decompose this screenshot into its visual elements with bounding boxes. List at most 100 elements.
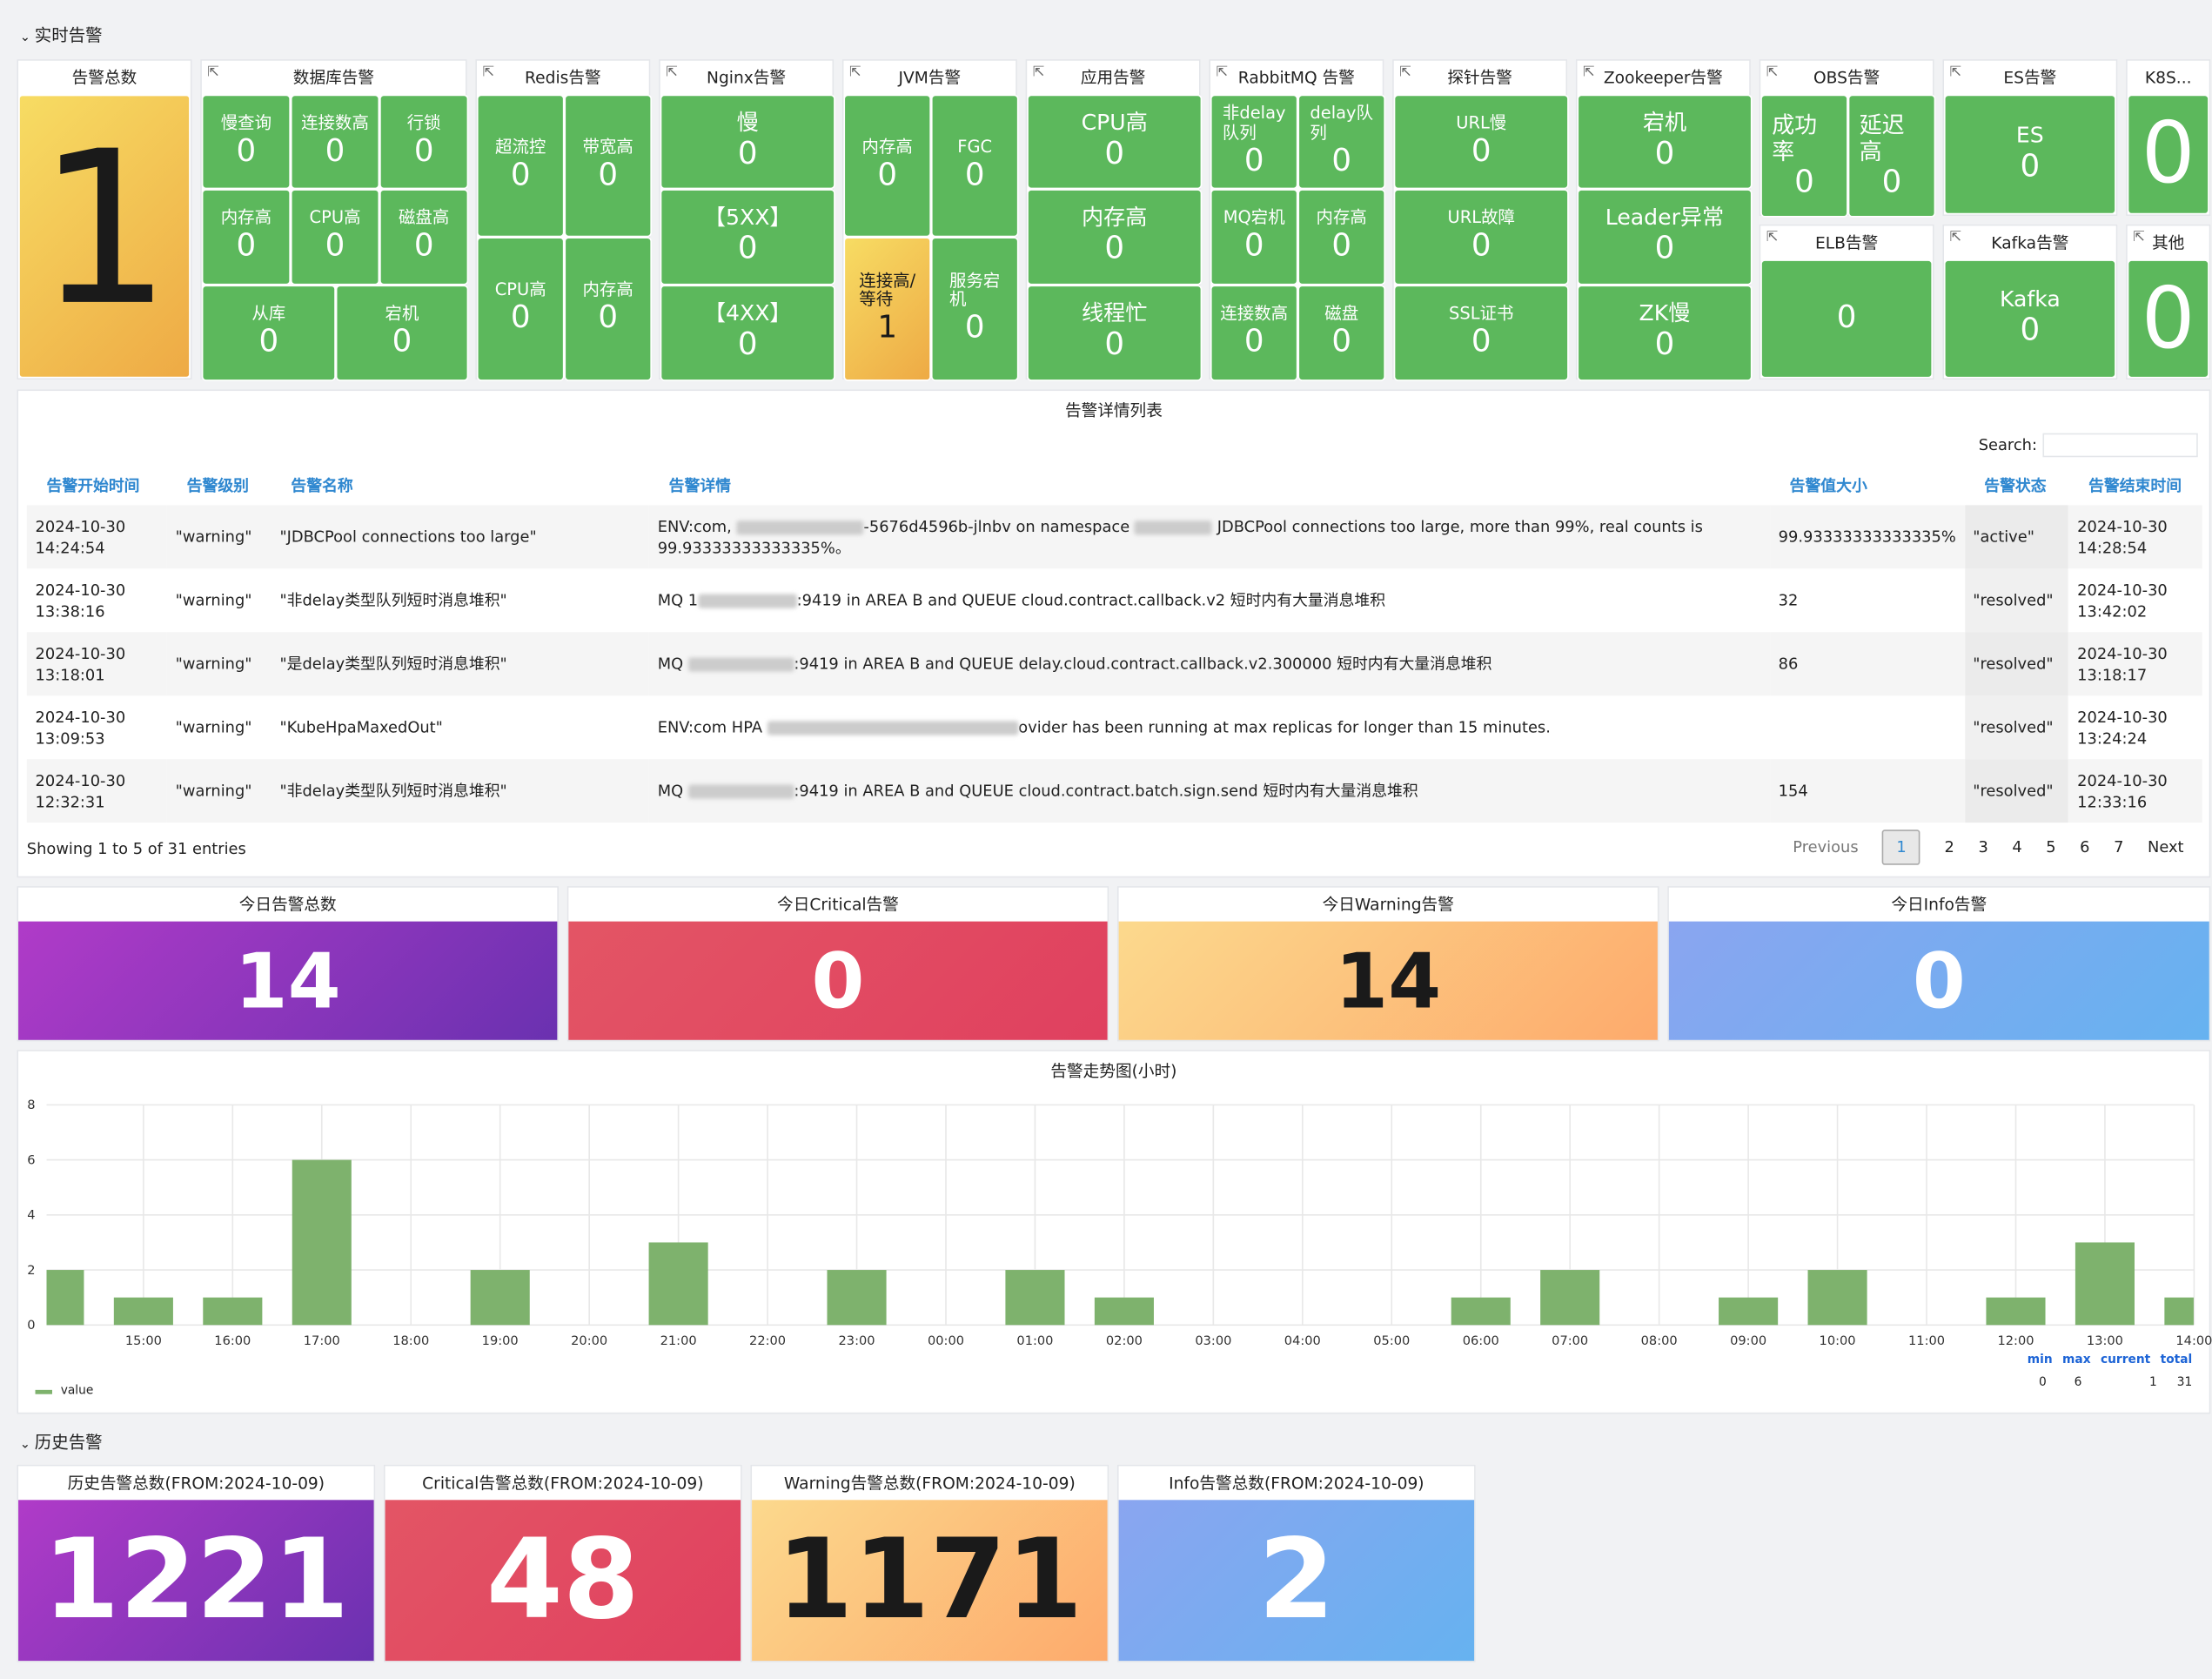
legend-stat-header[interactable]: total bbox=[2161, 1353, 2193, 1367]
redis-cell-memory[interactable]: 内存高 0 bbox=[564, 237, 652, 381]
db-cell-slow-query[interactable]: 慢查询 0 bbox=[201, 94, 291, 190]
section-history-toggle[interactable]: ⌄ 历史告警 bbox=[20, 1429, 103, 1454]
mq-cell-disk[interactable]: 磁盘 0 bbox=[1297, 285, 1385, 381]
mq-cell-connections[interactable]: 连接数高 0 bbox=[1210, 285, 1298, 381]
db-cell-disk[interactable]: 磁盘高 0 bbox=[379, 189, 469, 285]
page-button-7[interactable]: 7 bbox=[2114, 838, 2123, 856]
col-value[interactable]: 告警值大小 bbox=[1770, 464, 1965, 505]
chart-bar bbox=[1986, 1297, 2046, 1326]
probe-cell-ssl[interactable]: SSL证书 0 bbox=[1393, 285, 1569, 381]
col-end-time[interactable]: 告警结束时间 bbox=[2068, 464, 2202, 505]
page-button-5[interactable]: 5 bbox=[2046, 838, 2055, 856]
page-button-3[interactable]: 3 bbox=[1978, 838, 1987, 856]
today-warning-value[interactable]: 14 bbox=[1118, 921, 1658, 1040]
db-cell-memory[interactable]: 内存高 0 bbox=[201, 189, 291, 285]
table-row[interactable]: 2024-10-30 14:24:54 "warning" "JDBCPool … bbox=[26, 505, 2202, 569]
page-button-6[interactable]: 6 bbox=[2080, 838, 2089, 856]
today-info-value[interactable]: 0 bbox=[1668, 921, 2209, 1040]
col-status[interactable]: 告警状态 bbox=[1965, 464, 2069, 505]
jvm-cell-connection-wait[interactable]: 连接高/ 等待 1 bbox=[843, 237, 931, 381]
col-name[interactable]: 告警名称 bbox=[271, 464, 649, 505]
page-button-1[interactable]: 1 bbox=[1882, 829, 1920, 865]
table-row[interactable]: 2024-10-30 13:09:53 "warning" "KubeHpaMa… bbox=[27, 695, 2202, 760]
prev-page-button[interactable]: Previous bbox=[1793, 838, 1858, 856]
section-realtime-toggle[interactable]: ⌄ 实时告警 bbox=[20, 23, 103, 47]
legend-stat-header[interactable]: current bbox=[2101, 1353, 2150, 1367]
chart-bar bbox=[648, 1242, 708, 1326]
history-info-value[interactable]: 2 bbox=[1118, 1500, 1475, 1662]
db-cell-connections[interactable]: 连接数高 0 bbox=[290, 94, 380, 190]
today-total-value[interactable]: 14 bbox=[18, 921, 558, 1040]
external-link-icon[interactable]: ⇱ bbox=[1949, 61, 1961, 91]
external-link-icon[interactable]: ⇱ bbox=[482, 61, 494, 91]
x-tick-label: 12:00 bbox=[1997, 1333, 2034, 1348]
jvm-cell-fgc[interactable]: FGC 0 bbox=[930, 94, 1019, 238]
cell-detail: ENV:com, -5676d4596b-jlnbv on namespace … bbox=[648, 505, 1770, 569]
external-link-icon[interactable]: ⇱ bbox=[1399, 61, 1411, 91]
table-row[interactable]: 2024-10-30 13:18:01 "warning" "是delay类型队… bbox=[26, 632, 2202, 696]
col-start-time[interactable]: 告警开始时间 bbox=[27, 464, 167, 505]
redis-cell-cpu[interactable]: CPU高 0 bbox=[476, 237, 565, 381]
jvm-cell-memory[interactable]: 内存高 0 bbox=[843, 94, 931, 238]
external-link-icon[interactable]: ⇱ bbox=[1766, 225, 1779, 255]
next-page-button[interactable]: Next bbox=[2148, 838, 2184, 856]
nginx-cell-slow[interactable]: 慢0 bbox=[660, 94, 835, 190]
es-cell[interactable]: ES 0 bbox=[1943, 94, 2116, 215]
app-cell-memory[interactable]: 内存高 0 bbox=[1027, 189, 1203, 285]
db-cell-replica[interactable]: 从库 0 bbox=[201, 285, 336, 381]
table-row[interactable]: 2024-10-30 13:38:16 "warning" "非delay类型队… bbox=[27, 568, 2202, 633]
nginx-cell-5xx[interactable]: 【5XX】 0 bbox=[660, 189, 835, 285]
external-link-icon[interactable]: ⇱ bbox=[1033, 61, 1045, 91]
mq-cell-delay[interactable]: delay队 列0 bbox=[1297, 94, 1385, 190]
col-level[interactable]: 告警级别 bbox=[167, 464, 271, 505]
app-cell-threads[interactable]: 线程忙 0 bbox=[1027, 285, 1203, 381]
kafka-cell[interactable]: Kafka 0 bbox=[1943, 259, 2116, 379]
redis-cell-flow[interactable]: 超流控 0 bbox=[476, 94, 565, 238]
total-alerts-cell[interactable]: 1 bbox=[18, 94, 191, 379]
page-button-2[interactable]: 2 bbox=[1945, 838, 1954, 856]
db-cell-row-lock[interactable]: 行锁 0 bbox=[379, 94, 469, 190]
external-link-icon[interactable]: ⇱ bbox=[2133, 225, 2145, 255]
other-cell[interactable]: 0 bbox=[2127, 259, 2209, 379]
table-row[interactable]: 2024-10-30 12:32:31 "warning" "非delay类型队… bbox=[26, 759, 2202, 823]
k8s-cell[interactable]: 0 bbox=[2127, 94, 2209, 215]
external-link-icon[interactable]: ⇱ bbox=[1583, 61, 1595, 91]
probe-cell-url-slow[interactable]: URL慢 0 bbox=[1393, 94, 1569, 190]
mq-cell-nondelay[interactable]: 非delay 队列 0 bbox=[1210, 94, 1298, 190]
zk-cell-down[interactable]: 宕机 0 bbox=[1577, 94, 1753, 190]
external-link-icon[interactable]: ⇱ bbox=[207, 61, 219, 91]
obs-cell-success-rate[interactable]: 成功 率0 bbox=[1760, 94, 1848, 218]
external-link-icon[interactable]: ⇱ bbox=[1766, 61, 1779, 91]
db-cell-cpu[interactable]: CPU高 0 bbox=[290, 189, 380, 285]
search-input[interactable] bbox=[2042, 433, 2198, 458]
history-critical-value[interactable]: 48 bbox=[385, 1500, 741, 1662]
redacted-text bbox=[687, 784, 794, 799]
external-link-icon[interactable]: ⇱ bbox=[1949, 225, 1961, 255]
history-total-value[interactable]: 1221 bbox=[18, 1500, 374, 1662]
zk-cell-leader[interactable]: Leader异常 0 bbox=[1577, 189, 1753, 285]
mq-cell-memory[interactable]: 内存高 0 bbox=[1297, 189, 1385, 285]
external-link-icon[interactable]: ⇱ bbox=[666, 61, 678, 91]
today-critical-value[interactable]: 0 bbox=[568, 921, 1108, 1040]
redis-cell-bandwidth[interactable]: 带宽高 0 bbox=[564, 94, 652, 238]
nginx-cell-4xx[interactable]: 【4XX】 0 bbox=[660, 285, 835, 381]
probe-cell-url-fail[interactable]: URL故障 0 bbox=[1393, 189, 1569, 285]
external-link-icon[interactable]: ⇱ bbox=[849, 61, 861, 91]
zk-cell-slow[interactable]: ZK慢 0 bbox=[1577, 285, 1753, 381]
x-tick-label: 10:00 bbox=[1820, 1333, 1856, 1348]
obs-cell-latency[interactable]: 延迟 高0 bbox=[1847, 94, 1936, 218]
chart-bar bbox=[1451, 1297, 1511, 1326]
col-detail[interactable]: 告警详情 bbox=[649, 464, 1770, 505]
page-button-4[interactable]: 4 bbox=[2012, 838, 2021, 856]
legend-stat-header[interactable]: min bbox=[2028, 1353, 2053, 1367]
panel-today-info: 今日Info告警 0 bbox=[1667, 886, 2211, 1042]
db-cell-down[interactable]: 宕机 0 bbox=[335, 285, 469, 381]
legend-series-name[interactable]: value bbox=[61, 1384, 94, 1398]
legend-stat-header[interactable]: max bbox=[2062, 1353, 2091, 1367]
app-cell-cpu[interactable]: CPU高 0 bbox=[1027, 94, 1203, 190]
elb-cell[interactable]: 0 bbox=[1760, 259, 1934, 379]
history-warning-value[interactable]: 1171 bbox=[752, 1500, 1108, 1662]
external-link-icon[interactable]: ⇱ bbox=[1216, 61, 1228, 91]
jvm-cell-service-down[interactable]: 服务宕 机0 bbox=[930, 237, 1019, 381]
mq-cell-down[interactable]: MQ宕机 0 bbox=[1210, 189, 1298, 285]
